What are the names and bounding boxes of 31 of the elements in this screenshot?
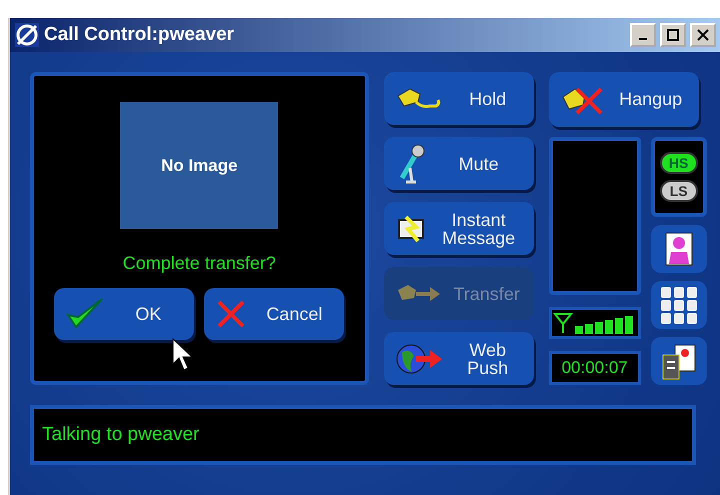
- checkmark-icon: [66, 297, 104, 331]
- mouse-cursor-icon: [172, 338, 194, 372]
- maximize-button[interactable]: [660, 23, 686, 47]
- audio-mode-toggle[interactable]: LS: [660, 180, 698, 202]
- call-timer: 00:00:07: [548, 351, 641, 385]
- hold-button[interactable]: Hold: [384, 72, 534, 125]
- directory-button[interactable]: [650, 337, 707, 385]
- status-bar: Talking to pweaver: [30, 405, 696, 465]
- keypad-icon: [658, 285, 699, 325]
- mute-button[interactable]: Mute: [384, 137, 534, 190]
- no-image-label: No Image: [161, 156, 238, 176]
- person-icon: [664, 232, 693, 266]
- window-title: Call Control:pweaver: [44, 24, 236, 46]
- maximize-icon: [667, 29, 679, 41]
- transfer-prompt: Complete transfer?: [122, 253, 276, 274]
- app-logo-icon: [14, 22, 40, 48]
- ok-button[interactable]: OK: [54, 288, 194, 340]
- message-button[interactable]: Instant Message: [384, 202, 534, 255]
- cross-icon: [216, 299, 246, 329]
- web-button[interactable]: Web Push: [384, 332, 534, 385]
- close-icon: [697, 29, 709, 41]
- keypad-button[interactable]: [650, 281, 707, 329]
- hangup-button[interactable]: Hangup: [548, 72, 699, 127]
- phone-cross-icon: [560, 84, 605, 114]
- audio-mode-toggle[interactable]: HS: [660, 152, 698, 174]
- cancel-button[interactable]: Cancel: [204, 288, 344, 340]
- contact-button[interactable]: [650, 225, 707, 273]
- close-button[interactable]: [690, 23, 716, 47]
- minimize-icon: [639, 38, 647, 40]
- minimize-button[interactable]: [630, 23, 656, 47]
- globe-arrow-icon: [396, 342, 444, 376]
